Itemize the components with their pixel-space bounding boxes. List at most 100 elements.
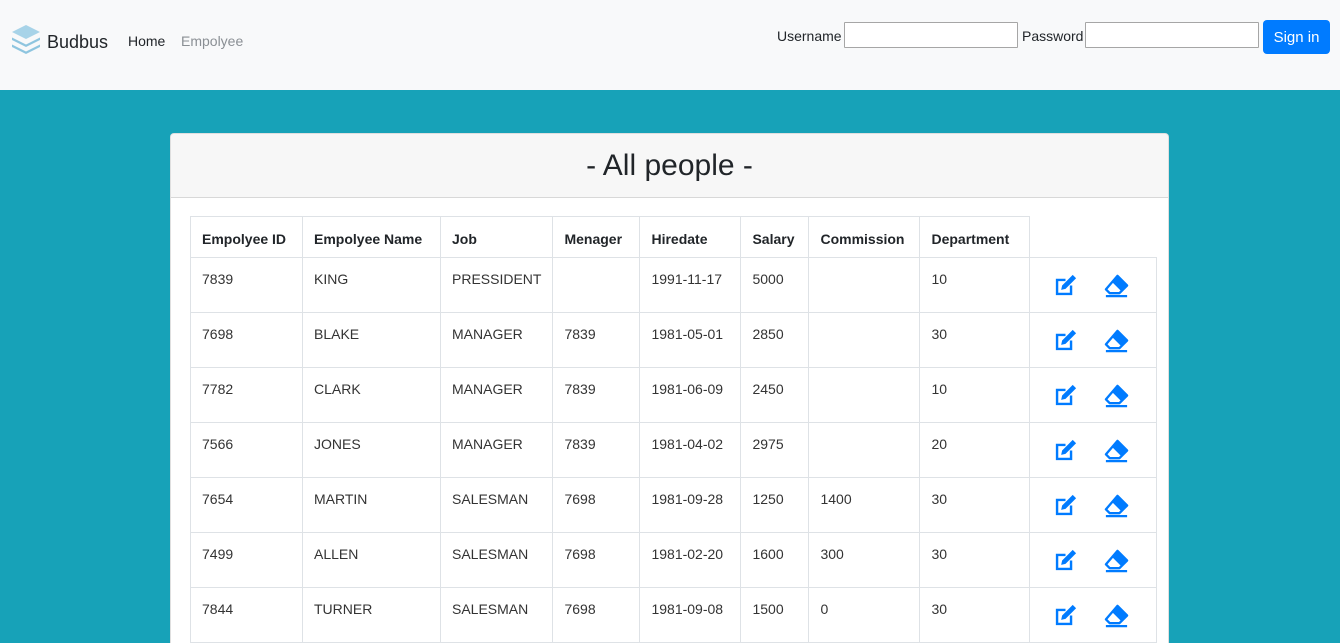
- cell-hiredate: 1981-05-01: [639, 312, 742, 368]
- table-row: 7499 ALLEN SALESMAN 7698 1981-02-20 1600 300 30: [190, 532, 1158, 588]
- all-people-card: - All people - Empolyee ID Empolyee Name…: [170, 133, 1169, 643]
- cell-job: SALESMAN: [439, 587, 554, 643]
- cell-department: 30: [919, 477, 1031, 533]
- cell-job: MANAGER: [439, 422, 554, 478]
- cell-hiredate: 1981-04-02: [639, 422, 742, 478]
- edit-icon[interactable]: [1052, 272, 1079, 299]
- row-actions: [1029, 477, 1158, 533]
- table-header-row: Empolyee ID Empolyee Name Job Menager Hi…: [190, 216, 1157, 258]
- cell-job: SALESMAN: [439, 477, 554, 533]
- cell-commission: 0: [808, 587, 921, 643]
- cell-employee-name: BLAKE: [302, 312, 441, 368]
- row-actions: [1029, 587, 1158, 643]
- header-actions: [1029, 216, 1157, 258]
- cell-salary: 1600: [740, 532, 810, 588]
- cell-hiredate: 1981-09-28: [639, 477, 742, 533]
- cell-hiredate: 1981-09-08: [639, 587, 742, 643]
- header-manager: Menager: [552, 216, 641, 258]
- nav-home-link[interactable]: Home: [128, 33, 165, 50]
- header-salary: Salary: [740, 216, 810, 258]
- header-employee-id: Empolyee ID: [190, 216, 303, 258]
- cell-commission: 1400: [808, 477, 921, 533]
- table-row: 7839 KING PRESSIDENT 1991-11-17 5000 10: [190, 257, 1158, 313]
- cell-job: SALESMAN: [439, 532, 554, 588]
- cell-manager: 7698: [552, 477, 641, 533]
- cell-employee-name: JONES: [302, 422, 441, 478]
- table-row: 7844 TURNER SALESMAN 7698 1981-09-08 1500 0 30: [190, 587, 1158, 643]
- brand-logo-link[interactable]: Budbus: [9, 22, 108, 58]
- top-navbar: Budbus Home Empolyee Username Password S…: [0, 0, 1340, 90]
- username-input[interactable]: [844, 22, 1018, 48]
- row-actions: [1029, 422, 1158, 478]
- edit-icon[interactable]: [1052, 547, 1079, 574]
- table-row: 7782 CLARK MANAGER 7839 1981-06-09 2450 10: [190, 367, 1158, 423]
- password-input[interactable]: [1085, 22, 1259, 48]
- layers-icon: [9, 21, 43, 60]
- cell-employee-id: 7844: [190, 587, 303, 643]
- row-actions: [1029, 312, 1158, 368]
- cell-department: 30: [919, 587, 1031, 643]
- cell-employee-id: 7566: [190, 422, 303, 478]
- edit-icon[interactable]: [1052, 327, 1079, 354]
- table-row: 7654 MARTIN SALESMAN 7698 1981-09-28 1250 1400…: [190, 477, 1158, 533]
- header-hiredate: Hiredate: [639, 216, 742, 258]
- eraser-icon[interactable]: [1103, 272, 1130, 299]
- cell-manager: 7698: [552, 587, 641, 643]
- cell-salary: 2450: [740, 367, 810, 423]
- cell-manager: 7839: [552, 367, 641, 423]
- cell-commission: [808, 367, 921, 423]
- card-header: - All people -: [171, 134, 1168, 198]
- cell-commission: [808, 422, 921, 478]
- edit-icon[interactable]: [1052, 382, 1079, 409]
- cell-manager: 7839: [552, 312, 641, 368]
- cell-salary: 5000: [740, 257, 810, 313]
- row-actions: [1029, 532, 1158, 588]
- cell-employee-name: ALLEN: [302, 532, 441, 588]
- cell-salary: 1500: [740, 587, 810, 643]
- cell-commission: 300: [808, 532, 921, 588]
- cell-hiredate: 1991-11-17: [639, 257, 742, 313]
- employee-table: Empolyee ID Empolyee Name Job Menager Hi…: [190, 216, 1158, 643]
- eraser-icon[interactable]: [1103, 382, 1130, 409]
- eraser-icon[interactable]: [1103, 327, 1130, 354]
- cell-employee-name: MARTIN: [302, 477, 441, 533]
- eraser-icon[interactable]: [1103, 437, 1130, 464]
- cell-department: 30: [919, 312, 1031, 368]
- sign-in-button[interactable]: Sign in: [1263, 20, 1330, 54]
- cell-job: PRESSIDENT: [439, 257, 554, 313]
- row-actions: [1029, 367, 1158, 423]
- cell-manager: 7839: [552, 422, 641, 478]
- cell-job: MANAGER: [439, 367, 554, 423]
- cell-hiredate: 1981-06-09: [639, 367, 742, 423]
- cell-department: 20: [919, 422, 1031, 478]
- header-job: Job: [439, 216, 554, 258]
- cell-employee-name: KING: [302, 257, 441, 313]
- header-employee-name: Empolyee Name: [302, 216, 441, 258]
- cell-employee-id: 7782: [190, 367, 303, 423]
- cell-salary: 1250: [740, 477, 810, 533]
- cell-job: MANAGER: [439, 312, 554, 368]
- brand-name: Budbus: [47, 31, 109, 52]
- cell-department: 10: [919, 257, 1031, 313]
- cell-employee-name: TURNER: [302, 587, 441, 643]
- cell-department: 10: [919, 367, 1031, 423]
- eraser-icon[interactable]: [1103, 602, 1130, 629]
- eraser-icon[interactable]: [1103, 547, 1130, 574]
- header-commission: Commission: [808, 216, 921, 258]
- nav-employee-link[interactable]: Empolyee: [181, 33, 243, 50]
- edit-icon[interactable]: [1052, 437, 1079, 464]
- cell-employee-name: CLARK: [302, 367, 441, 423]
- cell-employee-id: 7839: [190, 257, 303, 313]
- password-label: Password: [1022, 28, 1084, 44]
- username-label: Username: [777, 28, 842, 44]
- page-title: - All people -: [586, 148, 753, 182]
- cell-employee-id: 7499: [190, 532, 303, 588]
- edit-icon[interactable]: [1052, 492, 1079, 519]
- eraser-icon[interactable]: [1103, 492, 1130, 519]
- cell-salary: 2850: [740, 312, 810, 368]
- edit-icon[interactable]: [1052, 602, 1079, 629]
- cell-commission: [808, 257, 921, 313]
- cell-manager: 7698: [552, 532, 641, 588]
- cell-employee-id: 7698: [190, 312, 303, 368]
- table-row: 7566 JONES MANAGER 7839 1981-04-02 2975 20: [190, 422, 1158, 478]
